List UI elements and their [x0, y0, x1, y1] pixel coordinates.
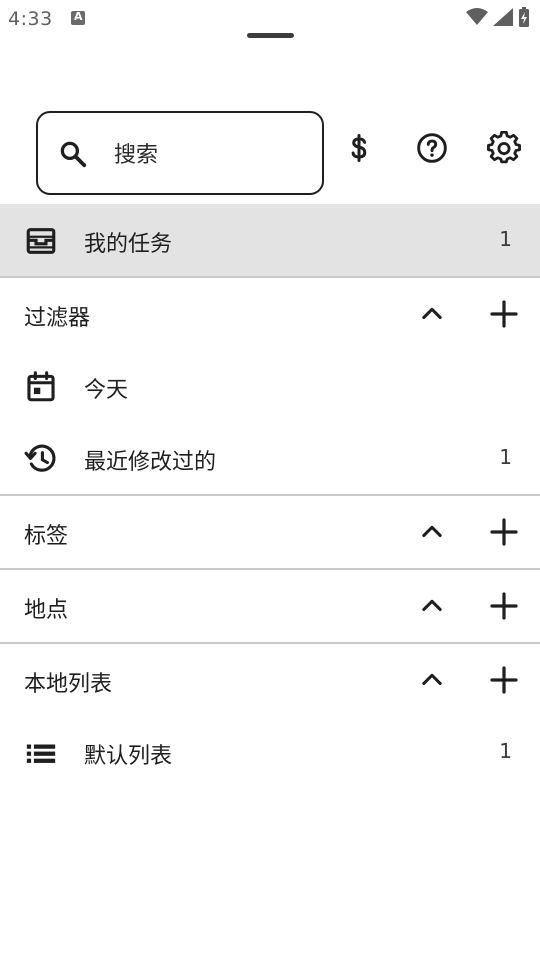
help-button[interactable] [414, 130, 450, 166]
add-place-icon[interactable] [488, 590, 520, 622]
chevron-up-icon[interactable] [418, 300, 446, 328]
filter-item-label: 最近修改过的 [84, 450, 217, 475]
drag-handle[interactable] [247, 33, 294, 38]
dollar-icon [351, 134, 367, 162]
my-tasks-count: 1 [499, 227, 512, 251]
filters-section-header: 过滤器 [0, 278, 540, 350]
drawer-screen: 4:33 A 搜索 我的任务 1 过滤器 今天 最近修改过的 1 标签 地点 本… [0, 0, 540, 960]
search-box[interactable] [36, 111, 324, 195]
battery-icon [519, 7, 529, 27]
settings-icon [487, 131, 521, 164]
wifi-icon [466, 8, 488, 25]
inbox-icon [26, 228, 56, 254]
add-filter-icon[interactable] [488, 298, 520, 330]
filter-item-recently-modified[interactable]: 最近修改过的 1 [0, 422, 540, 494]
filter-item-count: 1 [499, 445, 512, 469]
list-item-label: 默认列表 [84, 744, 173, 769]
list-item-count: 1 [499, 739, 512, 763]
add-tag-icon[interactable] [488, 516, 520, 548]
status-icons [466, 7, 530, 27]
add-list-icon[interactable] [488, 664, 520, 696]
settings-button[interactable] [486, 130, 522, 166]
search-icon [60, 141, 87, 168]
places-section-header: 地点 [0, 570, 540, 642]
list-item-default[interactable]: 默认列表 1 [0, 716, 540, 788]
donate-button[interactable] [341, 130, 377, 166]
status-time: 4:33 [8, 8, 53, 30]
list-icon [26, 744, 56, 763]
chevron-up-icon[interactable] [418, 666, 446, 694]
status-bar: 4:33 [0, 0, 540, 36]
my-tasks-row[interactable]: 我的任务 1 [0, 204, 540, 276]
places-title: 地点 [24, 598, 69, 623]
signal-icon [493, 8, 513, 26]
chevron-up-icon[interactable] [418, 592, 446, 620]
tags-section-header: 标签 [0, 496, 540, 568]
chevron-up-icon[interactable] [418, 518, 446, 546]
notification-a-icon [71, 10, 85, 25]
calendar-icon [27, 371, 55, 402]
filter-item-label: 今天 [84, 378, 129, 403]
local-lists-section-header: 本地列表 [0, 644, 540, 716]
my-tasks-label: 我的任务 [84, 232, 173, 257]
help-icon [417, 133, 447, 163]
filters-title: 过滤器 [24, 306, 91, 331]
history-icon [24, 444, 56, 472]
local-lists-title: 本地列表 [24, 672, 113, 697]
tags-title: 标签 [24, 524, 69, 549]
filter-item-today[interactable]: 今天 [0, 350, 540, 422]
search-input[interactable] [114, 139, 304, 171]
